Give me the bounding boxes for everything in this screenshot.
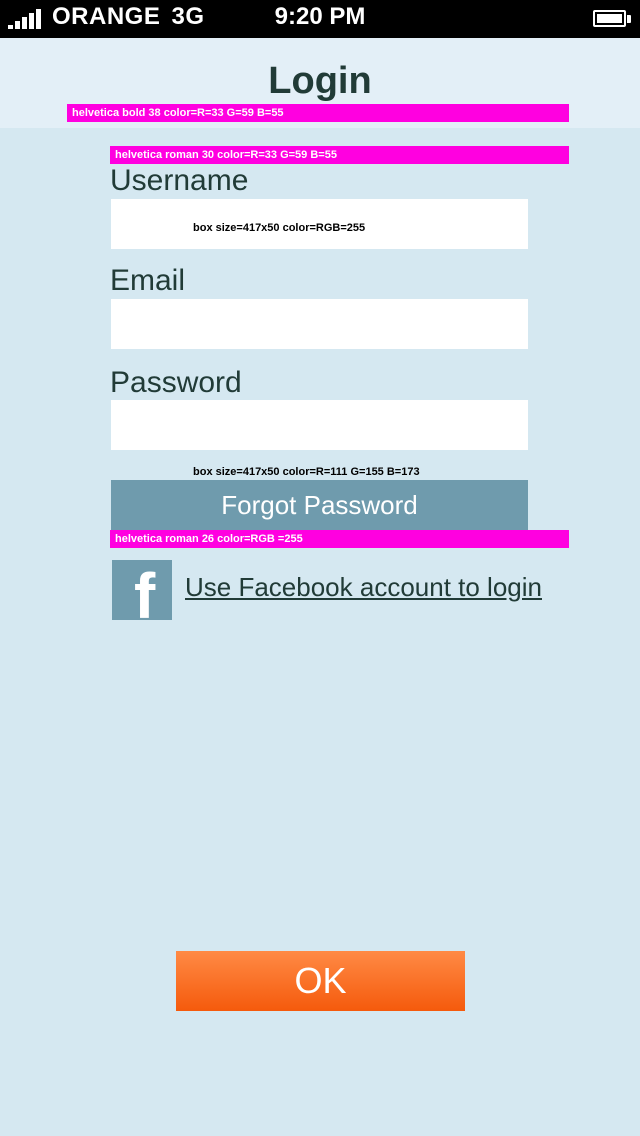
- title-font-annotation: helvetica bold 38 color=R=33 G=59 B=55: [67, 104, 569, 122]
- email-label: Email: [110, 264, 186, 297]
- battery-icon: [593, 10, 626, 27]
- facebook-glyph: f: [134, 560, 156, 620]
- button-font-annotation: helvetica roman 26 color=RGB =255: [110, 530, 569, 548]
- input-box-annotation: box size=417x50 color=RGB=255: [193, 222, 366, 234]
- battery-tip: [627, 15, 631, 23]
- label-font-annotation: helvetica roman 30 color=R=33 G=59 B=55: [110, 146, 569, 164]
- email-input[interactable]: [111, 299, 528, 349]
- status-bar: ORANGE 3G 9:20 PM: [0, 0, 640, 38]
- button-box-annotation: box size=417x50 color=R=111 G=155 B=173: [193, 466, 420, 478]
- username-label: Username: [110, 164, 249, 197]
- status-time: 9:20 PM: [274, 3, 366, 30]
- password-input[interactable]: [111, 400, 528, 450]
- ok-button[interactable]: OK: [176, 951, 465, 1011]
- facebook-login-link[interactable]: Use Facebook account to login: [185, 572, 542, 603]
- password-label: Password: [110, 366, 242, 399]
- facebook-icon[interactable]: f: [112, 560, 172, 620]
- page-title: Login: [268, 60, 372, 102]
- forgot-password-button[interactable]: Forgot Password: [111, 480, 528, 530]
